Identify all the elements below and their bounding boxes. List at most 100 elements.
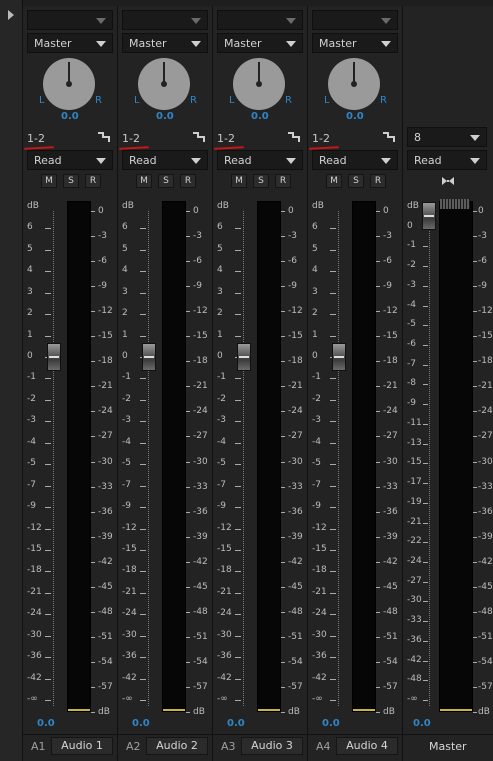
meter-scale-label: dB <box>288 707 300 717</box>
routing-icon[interactable] <box>98 132 110 142</box>
meter-scale-tick <box>186 486 190 488</box>
fader-scale-tick <box>45 592 51 594</box>
mute-button[interactable]: M <box>231 174 247 188</box>
record-button[interactable]: R <box>275 174 291 188</box>
expand-triangle-icon[interactable] <box>8 10 14 20</box>
level-meter <box>257 201 281 712</box>
fader-scale-label: -24 <box>122 608 137 619</box>
chevron-down-icon <box>96 158 106 164</box>
master-fader-scale-label: 0 <box>407 220 413 231</box>
chevron-down-icon <box>191 18 201 24</box>
mute-button[interactable]: M <box>326 174 342 188</box>
pan-knob[interactable] <box>43 58 95 110</box>
track-name-field[interactable]: Audio 2 <box>146 737 208 755</box>
volume-fader-handle[interactable] <box>237 343 251 372</box>
output-dropdown[interactable]: Master <box>217 33 303 53</box>
meter-scale-tick <box>186 436 190 438</box>
pan-value[interactable]: 0.0 <box>346 111 364 122</box>
master-fader-scale-label: -∞ <box>407 694 418 704</box>
volume-value[interactable]: 0.0 <box>37 718 55 729</box>
pan-left-label: L <box>39 95 45 106</box>
fader-scale-label: 1 <box>122 329 128 340</box>
output-dropdown[interactable]: Master <box>27 33 113 53</box>
pan-value[interactable]: 0.0 <box>156 111 174 122</box>
meter-scale-tick <box>376 561 380 563</box>
fader-scale-label: -36 <box>217 651 232 662</box>
fader-scale-tick <box>140 335 146 337</box>
solo-button[interactable]: S <box>63 174 79 188</box>
chevron-down-icon <box>96 41 106 47</box>
master-volume-value[interactable]: 0.0 <box>413 718 431 729</box>
meter-scale-tick <box>281 286 285 288</box>
automation-mode-dropdown[interactable]: Read <box>122 150 208 170</box>
mute-button[interactable]: M <box>41 174 57 188</box>
master-meter-scale-label: -24 <box>478 406 493 417</box>
fader-scale-label: -30 <box>27 629 42 640</box>
meter-scale-tick <box>91 461 95 463</box>
fader-scale-label: 4 <box>122 265 128 276</box>
meter-scale-label: -54 <box>193 656 208 667</box>
meter-scale-label: -54 <box>98 656 113 667</box>
fader-scale-tick <box>45 700 51 701</box>
fader-scale-tick <box>330 657 336 659</box>
fader-scale-tick <box>140 464 146 466</box>
chevron-down-icon <box>286 18 296 24</box>
fader-scale-label: -9 <box>27 501 36 512</box>
fader-scale-label: 6 <box>27 222 33 233</box>
pan-value[interactable]: 0.0 <box>61 111 79 122</box>
master-meter-scale-tick <box>473 411 477 413</box>
master-channels-dropdown[interactable]: 8 <box>407 127 487 147</box>
pan-knob[interactable] <box>233 58 285 110</box>
master-meter-scale-tick <box>473 536 477 538</box>
divider <box>403 734 493 735</box>
volume-fader-handle[interactable] <box>47 343 61 372</box>
volume-value[interactable]: 0.0 <box>132 718 150 729</box>
pan-knob[interactable] <box>328 58 380 110</box>
fader-scale-tick <box>235 421 241 423</box>
send-dropdown[interactable] <box>122 10 208 30</box>
fader-scale-tick <box>140 228 146 230</box>
knob-center-dot <box>256 81 262 87</box>
volume-fader-handle[interactable] <box>142 343 156 372</box>
master-meter-scale-tick <box>473 311 477 313</box>
automation-mode-dropdown[interactable]: Read <box>27 150 113 170</box>
meter-link-icon[interactable] <box>441 176 455 186</box>
solo-button[interactable]: S <box>253 174 269 188</box>
solo-button[interactable]: S <box>158 174 174 188</box>
send-dropdown[interactable] <box>217 10 303 30</box>
master-volume-fader-handle[interactable] <box>422 202 436 230</box>
output-dropdown[interactable]: Master <box>122 33 208 53</box>
record-button[interactable]: R <box>85 174 101 188</box>
meter-scale-tick <box>186 411 190 413</box>
meter-scale-label: -12 <box>193 306 208 317</box>
routing-icon[interactable] <box>383 132 395 142</box>
master-automation-dropdown[interactable]: Read <box>407 150 487 170</box>
record-button[interactable]: R <box>370 174 386 188</box>
meter-scale-tick <box>186 636 190 638</box>
pan-knob[interactable] <box>138 58 190 110</box>
record-button[interactable]: R <box>180 174 196 188</box>
fader-scale-tick <box>330 485 336 487</box>
chevron-down-icon <box>191 41 201 47</box>
pan-value[interactable]: 0.0 <box>251 111 269 122</box>
fader-scale-tick <box>330 507 336 509</box>
track-name-field[interactable]: Audio 4 <box>336 737 398 755</box>
meter-scale-tick <box>281 336 285 338</box>
automation-mode-dropdown[interactable]: Read <box>217 150 303 170</box>
routing-icon[interactable] <box>288 132 300 142</box>
mute-button[interactable]: M <box>136 174 152 188</box>
track-name-field[interactable]: Audio 3 <box>241 737 303 755</box>
send-dropdown[interactable] <box>27 10 113 30</box>
track-name-field[interactable]: Audio 1 <box>51 737 113 755</box>
volume-fader-handle[interactable] <box>332 343 346 372</box>
output-dropdown[interactable]: Master <box>312 33 398 53</box>
master-meter-scale-label: -57 <box>478 681 493 692</box>
send-dropdown[interactable] <box>312 10 398 30</box>
volume-value[interactable]: 0.0 <box>227 718 245 729</box>
routing-icon[interactable] <box>193 132 205 142</box>
automation-mode-dropdown[interactable]: Read <box>312 150 398 170</box>
meter-scale-tick <box>186 361 190 363</box>
volume-value[interactable]: 0.0 <box>322 718 340 729</box>
meter-scale-tick <box>186 586 190 588</box>
solo-button[interactable]: S <box>348 174 364 188</box>
